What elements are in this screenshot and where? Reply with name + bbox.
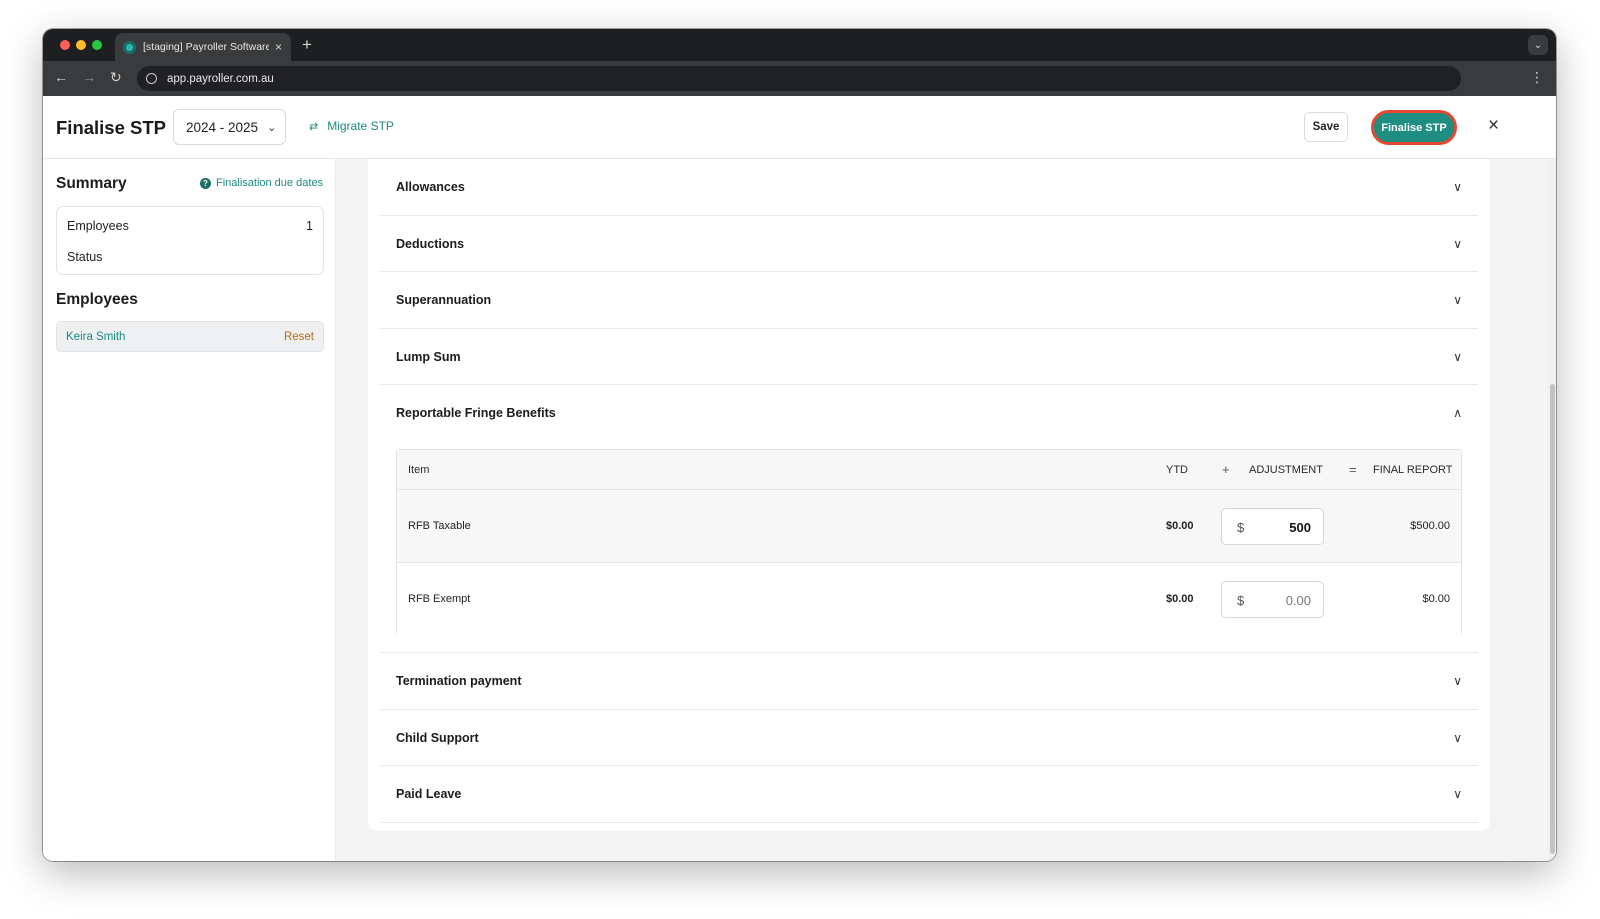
reset-button[interactable]: Reset bbox=[284, 331, 314, 343]
sidebar: Summary ? Finalisation due dates Employe… bbox=[43, 159, 336, 861]
rfb-section-header[interactable]: Reportable Fringe Benefits ∧ bbox=[396, 385, 1462, 441]
chevron-down-icon[interactable]: ∨ bbox=[1453, 180, 1462, 194]
section-lump-sum[interactable]: Lump Sum ∨ bbox=[380, 329, 1478, 385]
chevron-down-icon[interactable]: ∨ bbox=[1453, 350, 1462, 364]
maximize-window-button[interactable] bbox=[92, 40, 102, 50]
minimize-window-button[interactable] bbox=[76, 40, 86, 50]
close-icon[interactable]: × bbox=[1488, 115, 1499, 137]
section-child-support[interactable]: Child Support ∨ bbox=[380, 710, 1478, 766]
reload-icon[interactable]: ↻ bbox=[110, 69, 122, 86]
forward-arrow-icon[interactable]: → bbox=[82, 69, 96, 85]
page-title: Finalise STP bbox=[56, 117, 167, 138]
employee-name[interactable]: Keira Smith bbox=[66, 331, 125, 343]
chevron-down-icon[interactable]: ∨ bbox=[1453, 731, 1462, 745]
section-termination-payment[interactable]: Termination payment ∨ bbox=[380, 653, 1478, 710]
row-final-report: $0.00 bbox=[1422, 593, 1450, 605]
financial-year-select[interactable]: 2024 - 2025 ⌄ bbox=[173, 109, 286, 145]
section-title: Reportable Fringe Benefits bbox=[396, 406, 556, 420]
main-panel: Allowances ∨ Deductions ∨ Superannuation… bbox=[368, 159, 1490, 831]
summary-heading: Summary bbox=[56, 175, 127, 192]
chevron-down-icon: ⌄ bbox=[267, 121, 277, 134]
currency-symbol: $ bbox=[1237, 593, 1245, 608]
chevron-down-icon[interactable]: ∨ bbox=[1453, 674, 1462, 688]
browser-window: [staging] Payroller Software × + ⌄ ← → ↻… bbox=[43, 29, 1556, 861]
chevron-down-icon[interactable]: ∨ bbox=[1453, 787, 1462, 801]
section-title: Deductions bbox=[396, 237, 465, 251]
rfb-table: Item YTD + ADJUSTMENT = FINAL REPORT RFB… bbox=[396, 449, 1462, 636]
col-header-adjustment: ADJUSTMENT bbox=[1249, 464, 1323, 476]
app-header: Finalise STP 2024 - 2025 ⌄ ⇄ Migrate STP… bbox=[43, 96, 1556, 159]
section-superannuation[interactable]: Superannuation ∨ bbox=[380, 272, 1478, 329]
summary-row-status: Status bbox=[67, 250, 313, 264]
scrollbar-thumb[interactable] bbox=[1550, 384, 1555, 854]
finalise-stp-button[interactable]: Finalise STP bbox=[1371, 110, 1457, 145]
save-button[interactable]: Save bbox=[1304, 112, 1348, 142]
row-final-report: $500.00 bbox=[1410, 520, 1450, 532]
browser-tab-bar: [staging] Payroller Software × + ⌄ bbox=[43, 29, 1556, 61]
section-allowances[interactable]: Allowances ∨ bbox=[380, 159, 1478, 216]
adjustment-value[interactable]: 500 bbox=[1289, 520, 1311, 535]
section-title: Allowances bbox=[396, 180, 465, 194]
summary-card: Employees 1 Status bbox=[56, 206, 324, 275]
section-paid-leave[interactable]: Paid Leave ∨ bbox=[380, 766, 1478, 823]
section-title: Termination payment bbox=[396, 674, 522, 688]
browser-tab[interactable]: [staging] Payroller Software × bbox=[115, 33, 291, 61]
back-arrow-icon[interactable]: ← bbox=[54, 69, 68, 85]
row-item: RFB Exempt bbox=[408, 593, 471, 605]
migrate-stp-label: Migrate STP bbox=[327, 119, 394, 133]
employees-heading: Employees bbox=[56, 291, 138, 308]
chevron-down-icon[interactable]: ∨ bbox=[1453, 293, 1462, 307]
site-info-icon[interactable] bbox=[146, 73, 157, 84]
summary-row-employees: Employees 1 bbox=[67, 219, 313, 233]
section-title: Superannuation bbox=[396, 293, 492, 307]
adjustment-value[interactable]: 0.00 bbox=[1286, 593, 1311, 608]
migrate-stp-link[interactable]: ⇄ Migrate STP bbox=[309, 119, 394, 133]
employee-list-item[interactable]: Keira Smith Reset bbox=[56, 321, 324, 352]
address-bar[interactable]: app.payroller.com.au bbox=[137, 66, 1461, 91]
employees-label: Employees bbox=[67, 219, 129, 233]
financial-year-value: 2024 - 2025 bbox=[186, 119, 259, 135]
col-header-ytd: YTD bbox=[1166, 464, 1188, 476]
col-header-item: Item bbox=[408, 464, 430, 476]
employees-count: 1 bbox=[306, 219, 313, 233]
currency-symbol: $ bbox=[1237, 520, 1245, 535]
browser-toolbar: ← → ↻ app.payroller.com.au ⋮ bbox=[43, 61, 1556, 96]
row-ytd: $0.00 bbox=[1166, 593, 1194, 605]
col-header-final-report: FINAL REPORT bbox=[1373, 464, 1453, 476]
due-dates-label: Finalisation due dates bbox=[215, 177, 323, 189]
chevron-down-icon[interactable]: ∨ bbox=[1453, 237, 1462, 251]
finalisation-due-dates-link[interactable]: ? Finalisation due dates bbox=[199, 177, 323, 189]
table-row: RFB Exempt $0.00 $ 0.00 $0.00 bbox=[397, 563, 1461, 636]
section-title: Lump Sum bbox=[396, 350, 461, 364]
table-row: RFB Taxable $0.00 $ 500 $500.00 bbox=[397, 490, 1461, 563]
rfb-taxable-adjustment-input[interactable]: $ 500 bbox=[1221, 508, 1324, 545]
status-label: Status bbox=[67, 250, 103, 264]
row-item: RFB Taxable bbox=[408, 520, 471, 532]
tab-search-dropdown-icon[interactable]: ⌄ bbox=[1528, 35, 1548, 55]
rfb-exempt-adjustment-input[interactable]: $ 0.00 bbox=[1221, 581, 1324, 618]
tab-close-icon[interactable]: × bbox=[275, 40, 282, 54]
tab-title: [staging] Payroller Software bbox=[143, 41, 269, 53]
table-header-row: Item YTD + ADJUSTMENT = FINAL REPORT bbox=[397, 450, 1461, 490]
swap-arrows-icon: ⇄ bbox=[309, 120, 319, 133]
equals-icon: = bbox=[1349, 462, 1357, 477]
new-tab-button[interactable]: + bbox=[302, 35, 312, 55]
payroller-favicon-icon bbox=[123, 40, 136, 54]
row-ytd: $0.00 bbox=[1166, 520, 1194, 532]
section-title: Child Support bbox=[396, 731, 479, 745]
chevron-up-icon[interactable]: ∧ bbox=[1453, 406, 1462, 420]
plus-icon: + bbox=[1222, 462, 1230, 477]
browser-menu-icon[interactable]: ⋮ bbox=[1530, 69, 1544, 86]
section-deductions[interactable]: Deductions ∨ bbox=[380, 216, 1478, 272]
url-text: app.payroller.com.au bbox=[167, 72, 274, 85]
close-window-button[interactable] bbox=[60, 40, 70, 50]
section-title: Paid Leave bbox=[396, 787, 462, 801]
help-icon: ? bbox=[199, 177, 211, 189]
